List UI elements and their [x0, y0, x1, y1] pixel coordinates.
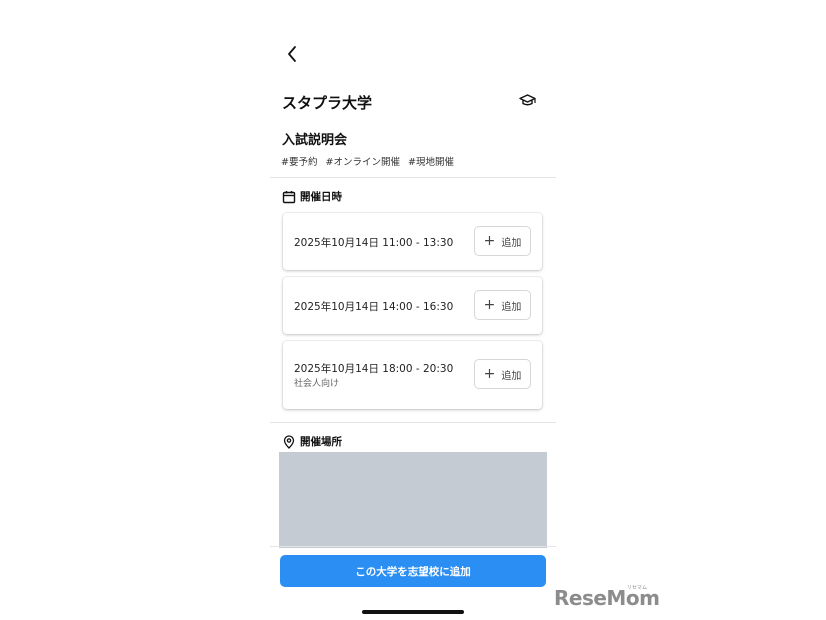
screenshot-canvas: スタプラ大学 入試説明会 #要予約 #オンライン開催 #現地開催 開催日時 20… [0, 0, 826, 620]
calendar-icon [282, 190, 296, 203]
map-pin-icon [283, 434, 295, 449]
chevron-left-icon [288, 46, 296, 62]
divider [270, 422, 556, 423]
location-heading-label: 開催場所 [300, 436, 342, 448]
plus-icon: + [483, 366, 496, 382]
date-card: 2025年10月14日 18:00 - 20:30 社会人向け + 追加 [283, 341, 542, 409]
add-to-calendar-button[interactable]: + 追加 [474, 226, 531, 256]
home-indicator[interactable] [362, 610, 464, 614]
add-to-wishlist-button[interactable]: この大学を志望校に追加 [280, 555, 546, 587]
date-text: 2025年10月14日 18:00 - 20:30 [294, 363, 454, 375]
graduation-cap-icon [519, 94, 536, 106]
event-tags: #要予約 #オンライン開催 #現地開催 [281, 154, 459, 168]
schedule-heading-label: 開催日時 [300, 191, 342, 203]
tag-reservation: #要予約 [281, 157, 318, 168]
date-text: 2025年10月14日 11:00 - 13:30 [294, 237, 454, 249]
map-placeholder[interactable] [279, 452, 547, 548]
add-to-calendar-button[interactable]: + 追加 [474, 290, 531, 320]
divider [270, 546, 556, 547]
graduation-cap-button[interactable] [519, 92, 536, 109]
phone-screen: スタプラ大学 入試説明会 #要予約 #オンライン開催 #現地開催 開催日時 20… [270, 0, 556, 620]
add-label: 追加 [501, 301, 522, 313]
event-title: 入試説明会 [282, 133, 348, 148]
location-heading: 開催場所 [282, 434, 342, 449]
tag-online: #オンライン開催 [325, 157, 400, 168]
divider [270, 177, 556, 178]
date-note: 社会人向け [294, 379, 340, 389]
plus-icon: + [483, 297, 496, 313]
add-label: 追加 [501, 237, 522, 249]
add-to-calendar-button[interactable]: + 追加 [474, 359, 531, 389]
watermark-logo: ReseMom [554, 586, 660, 610]
back-button[interactable] [282, 44, 302, 64]
university-name: スタプラ大学 [282, 94, 373, 112]
date-text: 2025年10月14日 14:00 - 16:30 [294, 301, 454, 313]
date-card: 2025年10月14日 11:00 - 13:30 + 追加 [283, 213, 542, 270]
date-card: 2025年10月14日 14:00 - 16:30 + 追加 [283, 277, 542, 334]
tag-onsite: #現地開催 [408, 157, 454, 168]
add-label: 追加 [501, 370, 522, 382]
schedule-heading: 開催日時 [282, 189, 342, 204]
plus-icon: + [483, 233, 496, 249]
